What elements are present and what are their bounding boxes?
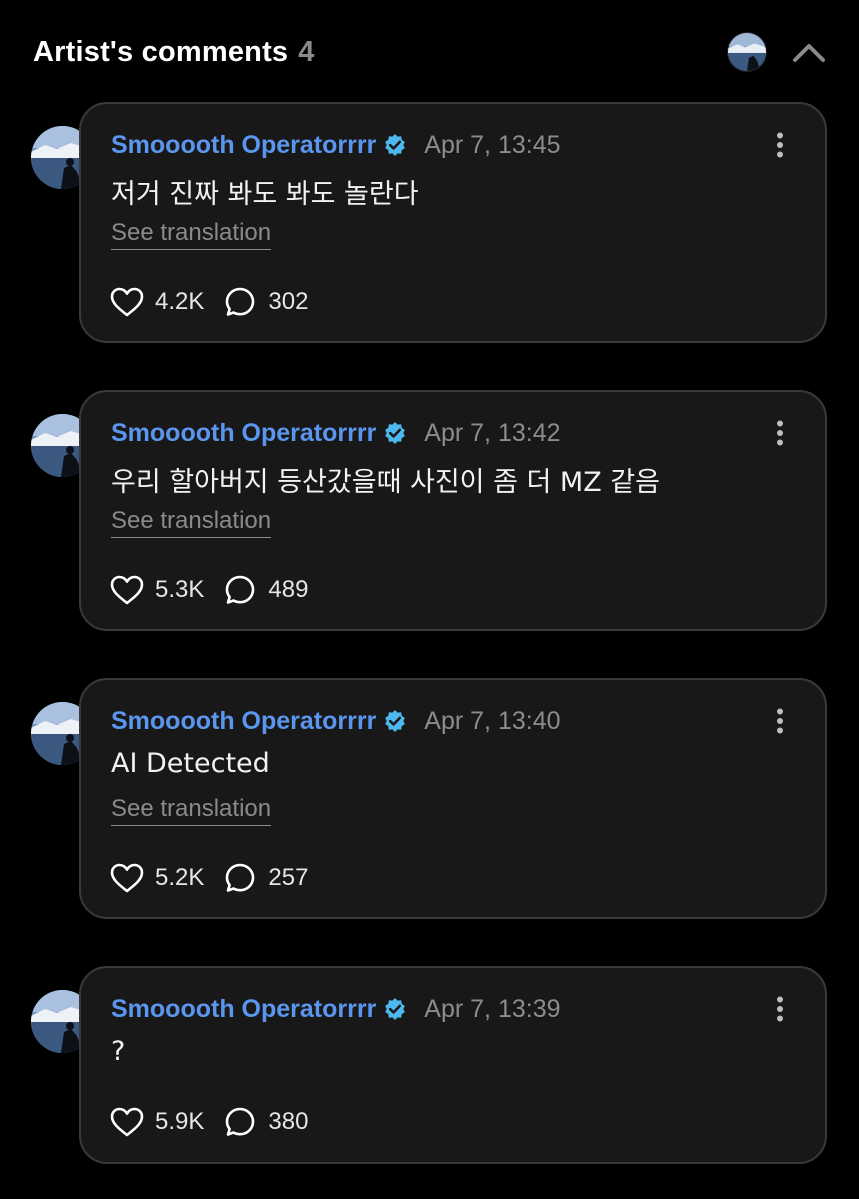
comments-header: Artist's comments 4 — [33, 30, 829, 74]
artist-avatar[interactable] — [727, 32, 767, 72]
reply-count: 302 — [268, 288, 309, 315]
username-link[interactable]: Smooooth Operatorrrr — [111, 995, 376, 1024]
comment-meta: Smooooth Operatorrrr Apr 7, 13:42 — [111, 416, 561, 450]
verified-badge-icon — [385, 134, 406, 156]
comment-card: Smooooth Operatorrrr Apr 7, 13:39 ? 5.9K — [79, 966, 827, 1164]
artist-comments-panel: Artist's comments 4 Smooooth Operatorrrr… — [0, 0, 859, 1199]
comment-timestamp: Apr 7, 13:40 — [424, 706, 561, 735]
speech-bubble-icon — [222, 284, 258, 320]
username-link[interactable]: Smooooth Operatorrrr — [111, 707, 376, 736]
reply-count: 380 — [268, 1108, 309, 1135]
verified-badge-icon — [385, 422, 406, 444]
heart-icon — [109, 1104, 145, 1140]
comment-text: ? — [111, 1036, 126, 1067]
more-options-icon[interactable] — [765, 706, 795, 736]
comment-count: 4 — [298, 35, 315, 68]
heart-icon — [109, 284, 145, 320]
comment-meta: Smooooth Operatorrrr Apr 7, 13:45 — [111, 128, 561, 162]
more-options-icon[interactable] — [765, 994, 795, 1024]
like-button[interactable]: 5.9K — [109, 1104, 204, 1140]
see-translation-link[interactable]: See translation — [111, 795, 272, 826]
like-count: 5.9K — [155, 1108, 205, 1135]
avatar-image — [728, 33, 766, 71]
like-button[interactable]: 5.3K — [109, 572, 204, 608]
more-options-icon[interactable] — [765, 418, 795, 448]
verified-badge-icon — [385, 710, 406, 732]
like-count: 5.2K — [155, 864, 205, 891]
comment-text: 저거 진짜 봐도 봐도 놀란다 — [111, 179, 419, 210]
comment-card: Smooooth Operatorrrr Apr 7, 13:40 AI Det… — [79, 678, 827, 919]
reply-button[interactable]: 302 — [222, 284, 308, 320]
like-count: 5.3K — [155, 576, 205, 603]
reply-count: 257 — [268, 864, 309, 891]
see-translation-link[interactable]: See translation — [111, 507, 272, 538]
comment-actions: 4.2K 302 — [109, 284, 326, 320]
header-actions — [727, 32, 829, 72]
comment-timestamp: Apr 7, 13:42 — [424, 418, 561, 447]
section-title: Artist's comments — [33, 35, 289, 68]
comment-timestamp: Apr 7, 13:39 — [424, 994, 561, 1023]
comment-actions: 5.9K 380 — [109, 1104, 326, 1140]
reply-button[interactable]: 380 — [222, 1104, 308, 1140]
more-options-icon[interactable] — [765, 130, 795, 160]
heart-icon — [109, 572, 145, 608]
comment-card: Smooooth Operatorrrr Apr 7, 13:42 우리 할아버… — [79, 390, 827, 631]
comment-text: AI Detected — [111, 748, 270, 779]
username-link[interactable]: Smooooth Operatorrrr — [111, 131, 376, 160]
comment-actions: 5.2K 257 — [109, 860, 326, 896]
comment-card: Smooooth Operatorrrr Apr 7, 13:45 저거 진짜 … — [79, 102, 827, 343]
speech-bubble-icon — [222, 572, 258, 608]
comment-meta: Smooooth Operatorrrr Apr 7, 13:40 — [111, 704, 561, 738]
reply-count: 489 — [268, 576, 309, 603]
comment-timestamp: Apr 7, 13:45 — [424, 130, 561, 159]
speech-bubble-icon — [222, 860, 258, 896]
speech-bubble-icon — [222, 1104, 258, 1140]
chevron-up-icon[interactable] — [789, 32, 829, 72]
username-link[interactable]: Smooooth Operatorrrr — [111, 419, 376, 448]
reply-button[interactable]: 489 — [222, 572, 308, 608]
verified-badge-icon — [385, 998, 406, 1020]
like-button[interactable]: 4.2K — [109, 284, 204, 320]
see-translation-link[interactable]: See translation — [111, 219, 272, 250]
comment-actions: 5.3K 489 — [109, 572, 326, 608]
heart-icon — [109, 860, 145, 896]
comment-meta: Smooooth Operatorrrr Apr 7, 13:39 — [111, 992, 561, 1026]
comment-text: 우리 할아버지 등산갔을때 사진이 좀 더 MZ 같음 — [111, 467, 660, 498]
like-count: 4.2K — [155, 288, 205, 315]
like-button[interactable]: 5.2K — [109, 860, 204, 896]
reply-button[interactable]: 257 — [222, 860, 308, 896]
